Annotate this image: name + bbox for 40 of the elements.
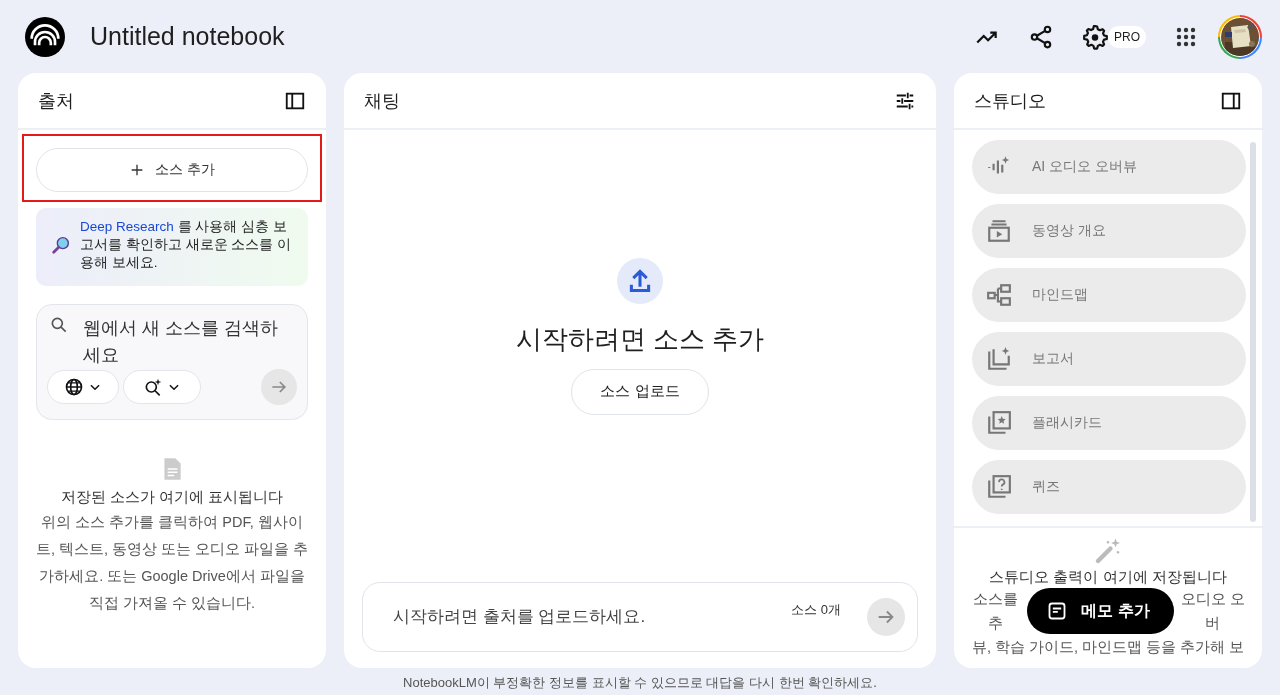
message-field[interactable]: 시작하려면 출처를 업로드하세요. [391,606,792,628]
web-source-dropdown[interactable] [47,370,119,404]
source-count: 소스 0개 [791,601,841,619]
notebook-title[interactable]: Untitled notebook [90,22,285,51]
flashcard-icon [986,410,1012,436]
upload-source-button[interactable]: 소스 업로드 [571,368,709,415]
logo-icon[interactable] [25,16,65,57]
report-icon [986,346,1012,372]
panel-title: 스튜디오 [974,89,1046,113]
panel-title: 채팅 [364,89,400,113]
globe-icon [64,377,84,397]
empty-title: 스튜디오 출력이 여기에 저장됩니다 [989,568,1227,587]
note-icon [1047,601,1068,621]
avatar[interactable] [1218,14,1262,59]
panel-title: 출처 [38,89,74,113]
empty-description: 뷰, 학습 가이드, 마인드맵 등을 추가해 보 [971,638,1245,657]
disclaimer-text: NotebookLM이 부정확한 정보를 표시할 수 있으므로 대답을 다시 한번 확인하세요. [402,674,878,692]
sparkle-search-icon [143,377,163,397]
upload-icon [617,257,663,304]
magnifier-icon [50,234,72,256]
share-icon[interactable] [1028,23,1054,50]
add-note-button[interactable]: 메모 추가 [1027,588,1174,634]
research-mode-dropdown[interactable] [123,370,201,404]
empty-title: 저장된 소스가 여기에 표시됩니다 [60,488,284,507]
search-box[interactable]: 웹에서 새 소스를 검색하세요 [36,304,308,420]
empty-heading: 시작하려면 소스 추가 [515,322,765,356]
pro-badge: PRO [1108,25,1146,48]
empty-description: 오디오 오버 [1179,590,1246,633]
settings-icon[interactable] [1082,23,1108,50]
quiz-icon [986,474,1012,500]
video-icon [986,218,1012,244]
deep-research-link[interactable]: Deep Research [80,219,174,234]
search-icon [49,315,69,335]
empty-description: 위의 소스 추가를 클릭하여 PDF, 웹사이트, 텍스트, 동영상 또는 오디오 파일을 추가하세요. 또는 Google Drive에서 파일을 직접 가져올 수 있습니다. [34,513,310,613]
scrollbar[interactable] [1250,142,1256,522]
mind-map-icon [986,282,1012,308]
add-source-button[interactable]: 소스 추가 [36,148,308,192]
search-field[interactable]: 웹에서 새 소스를 검색하세요 [83,315,293,369]
promo-text: Deep Research 를 사용해 심층 보고서를 확인하고 새로운 소스를 이용해 보세요. [80,218,292,272]
empty-description: 소스를 추 [972,590,1020,633]
